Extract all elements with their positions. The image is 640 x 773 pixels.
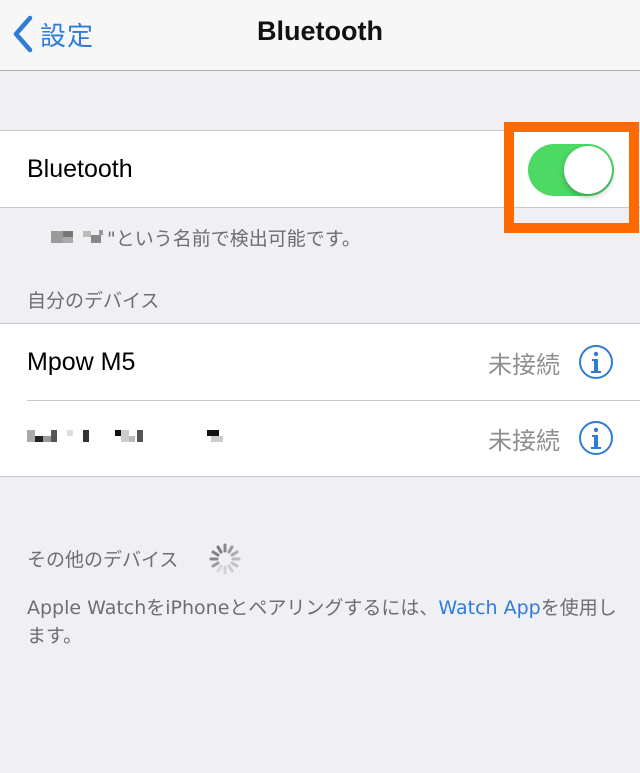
bluetooth-row: Bluetooth <box>0 131 640 207</box>
watch-app-link[interactable]: Watch App <box>438 597 540 619</box>
device-row[interactable]: 未接続 <box>0 400 640 476</box>
info-icon[interactable] <box>578 420 614 456</box>
bluetooth-group: Bluetooth <box>0 130 640 208</box>
page-title: Bluetooth <box>257 16 383 46</box>
watch-pairing-note: Apple WatchをiPhoneとペアリングするには、Watch Appを使… <box>27 594 627 650</box>
device-name-redacted <box>27 424 247 453</box>
device-status: 未接続 <box>488 426 560 455</box>
loading-spinner-icon <box>209 543 241 575</box>
device-status: 未接続 <box>488 350 560 379</box>
bluetooth-label: Bluetooth <box>27 154 133 183</box>
discoverable-note: "という名前で検出可能です。 <box>27 224 361 252</box>
watch-note-text: Apple WatchをiPhoneとペアリングするには、 <box>27 597 439 619</box>
other-devices-header: その他のデバイス <box>27 549 179 571</box>
toggle-knob <box>564 146 612 194</box>
redacted-device-name <box>27 227 107 252</box>
info-icon[interactable] <box>578 344 614 380</box>
discoverable-text: "という名前で検出可能です。 <box>107 228 361 250</box>
device-row[interactable]: Mpow M5 未接続 <box>0 324 640 400</box>
navigation-bar: 設定 Bluetooth <box>0 0 640 71</box>
bluetooth-toggle[interactable] <box>528 144 614 196</box>
my-devices-header: 自分のデバイス <box>27 290 160 312</box>
device-name: Mpow M5 <box>27 347 136 376</box>
my-devices-list: Mpow M5 未接続 未接続 <box>0 323 640 477</box>
